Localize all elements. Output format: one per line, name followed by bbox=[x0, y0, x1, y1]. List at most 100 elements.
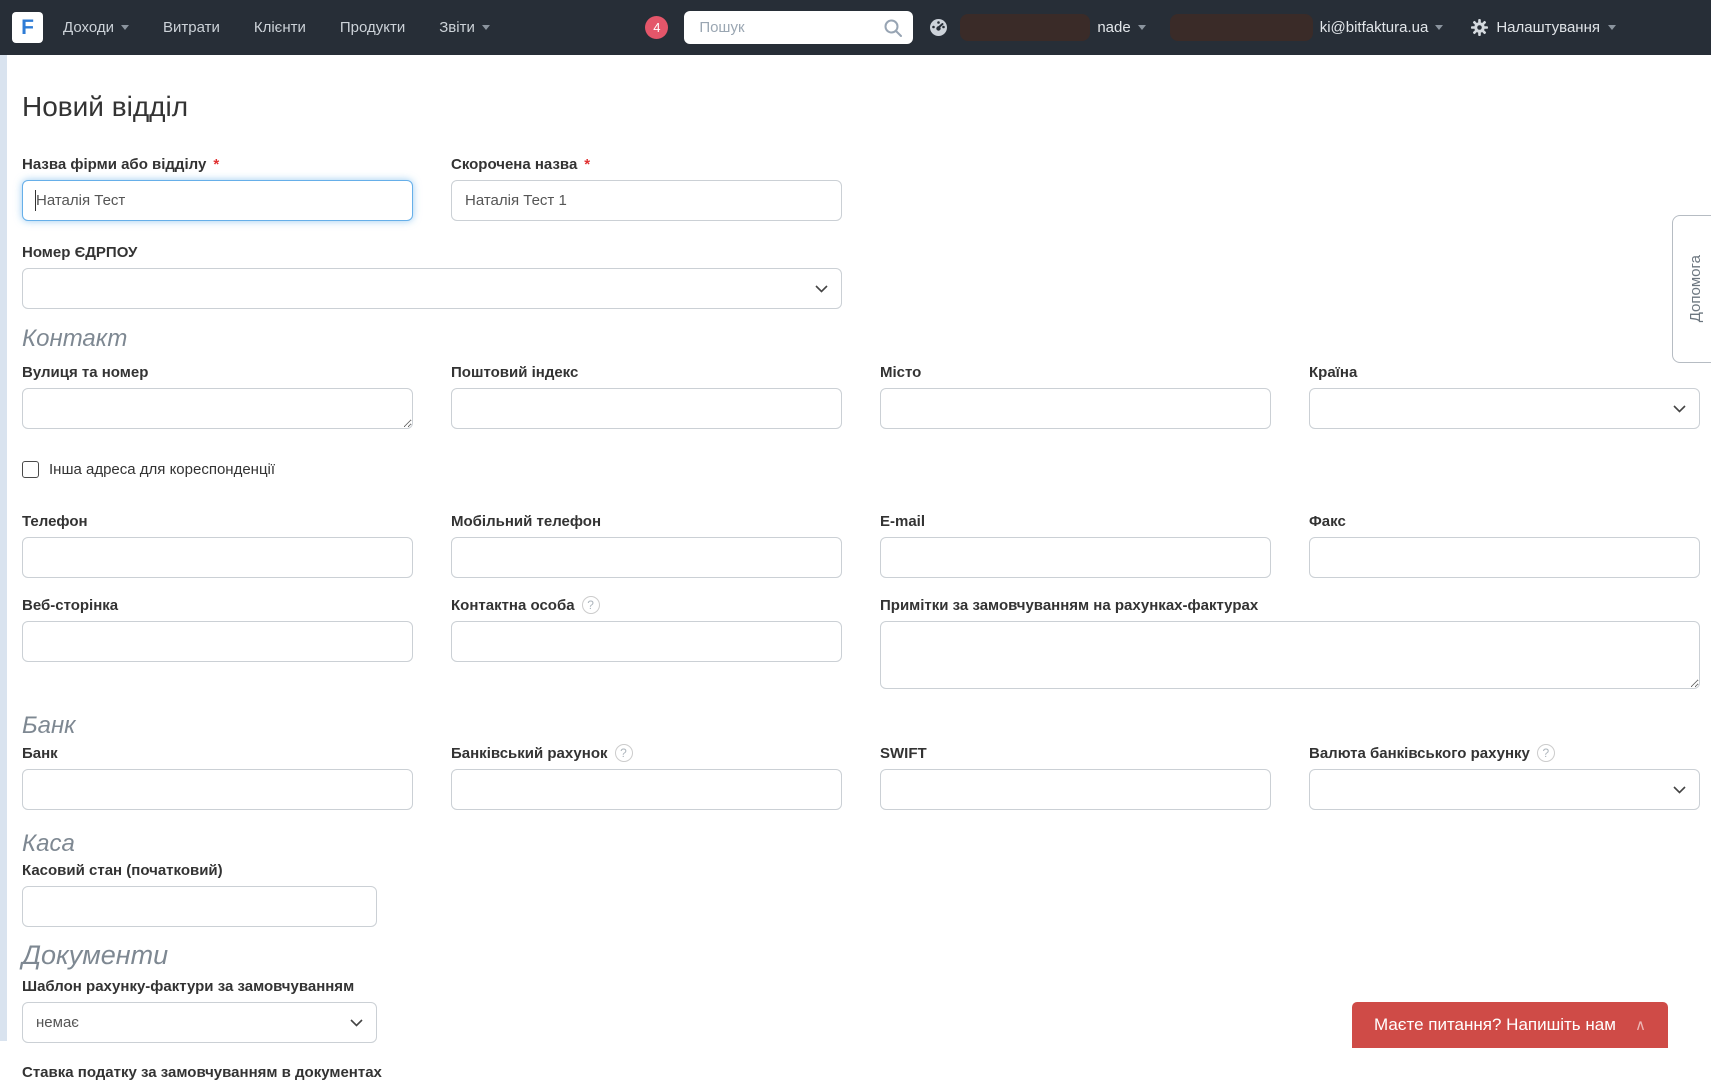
street-textarea[interactable] bbox=[22, 388, 413, 429]
redacted-account-name bbox=[960, 14, 1091, 41]
help-icon[interactable]: ? bbox=[1536, 744, 1555, 762]
swift-label: SWIFT bbox=[880, 744, 927, 762]
field-swift: SWIFT bbox=[880, 744, 1271, 810]
new-department-form: Новий відділ Назва фірми або відділу* Ск… bbox=[7, 92, 1711, 1081]
required-asterisk: * bbox=[584, 155, 591, 173]
text-cursor bbox=[35, 190, 36, 211]
field-contact-person: Контактна особа ? bbox=[451, 596, 842, 694]
field-street: Вулиця та номер bbox=[22, 363, 413, 434]
bank-label: Банк bbox=[22, 744, 58, 762]
section-heading-documents: Документи bbox=[22, 940, 169, 970]
field-bank-account: Банківський рахунок ? bbox=[451, 744, 842, 810]
phone-input[interactable] bbox=[22, 537, 413, 578]
top-navbar: F Доходи Витрати Клієнти Продукти Звіти … bbox=[0, 0, 1711, 55]
chevron-down-icon bbox=[815, 284, 828, 293]
field-phone: Телефон bbox=[22, 512, 413, 578]
fax-label: Факс bbox=[1309, 512, 1346, 530]
logo-letter: F bbox=[21, 15, 34, 39]
section-heading-cash: Каса bbox=[22, 830, 75, 857]
chevron-down-icon bbox=[350, 1018, 363, 1027]
bank-input[interactable] bbox=[22, 769, 413, 810]
email-input[interactable] bbox=[880, 537, 1271, 578]
default-tax-label: Ставка податку за замовчуванням в докуме… bbox=[22, 1063, 382, 1081]
invoice-notes-label: Примітки за замовчуванням на рахунках-фа… bbox=[880, 596, 1259, 614]
section-heading-contact: Контакт bbox=[22, 325, 128, 352]
street-label: Вулиця та номер bbox=[22, 363, 149, 381]
speedometer-icon[interactable] bbox=[929, 18, 948, 37]
help-icon[interactable]: ? bbox=[581, 596, 600, 614]
mobile-phone-input[interactable] bbox=[451, 537, 842, 578]
company-name-input[interactable] bbox=[22, 180, 413, 221]
email-label: E-mail bbox=[880, 512, 926, 530]
redacted-user-name bbox=[1169, 14, 1313, 41]
country-label: Країна bbox=[1309, 363, 1358, 381]
chevron-down-icon bbox=[1435, 25, 1444, 30]
country-select[interactable] bbox=[1309, 388, 1700, 429]
edrpou-label: Номер ЄДРПОУ bbox=[22, 243, 138, 261]
company-name-label: Назва фірми або відділу * bbox=[22, 155, 220, 173]
city-input[interactable] bbox=[880, 388, 1271, 429]
city-label: Місто bbox=[880, 363, 922, 381]
invoice-template-select[interactable]: немає bbox=[22, 1002, 377, 1043]
postcode-input[interactable] bbox=[451, 388, 842, 429]
phone-label: Телефон bbox=[22, 512, 88, 530]
notification-badge[interactable]: 4 bbox=[645, 16, 669, 39]
short-name-label: Скорочена назва * bbox=[451, 155, 591, 173]
help-tab-label: Допомога bbox=[1687, 255, 1704, 323]
other-address-checkbox[interactable] bbox=[22, 461, 39, 478]
chevron-down-icon bbox=[1673, 404, 1686, 413]
bank-currency-label: Валюта банківського рахунку ? bbox=[1309, 744, 1700, 762]
menu-item-expenses[interactable]: Витрати bbox=[163, 19, 220, 36]
cash-state-input[interactable] bbox=[22, 886, 377, 927]
help-icon[interactable]: ? bbox=[614, 744, 633, 762]
chevron-down-icon bbox=[120, 25, 129, 30]
invoice-notes-textarea[interactable] bbox=[880, 621, 1700, 689]
other-address-row: Інша адреса для кореспонденції bbox=[22, 461, 1711, 478]
field-bank-currency: Валюта банківського рахунку ? bbox=[1309, 744, 1700, 810]
mobile-phone-label: Мобільний телефон bbox=[451, 512, 602, 530]
fax-input[interactable] bbox=[1309, 537, 1700, 578]
field-cash-state: Касовий стан (початковий) bbox=[22, 861, 1711, 927]
short-name-input[interactable] bbox=[451, 180, 842, 221]
menu-item-reports[interactable]: Звіти bbox=[439, 19, 490, 36]
search-box bbox=[684, 11, 914, 44]
account-dropdown[interactable]: nade bbox=[1097, 19, 1146, 36]
chevron-down-icon bbox=[1608, 25, 1616, 30]
contact-us-label: Маєте питання? Напишіть нам bbox=[1374, 1015, 1616, 1034]
field-country: Країна bbox=[1309, 363, 1700, 434]
menu-item-incomes[interactable]: Доходи bbox=[63, 19, 129, 36]
chevron-down-icon bbox=[1137, 25, 1146, 30]
contact-person-label: Контактна особа ? bbox=[451, 596, 842, 614]
search-icon[interactable] bbox=[883, 18, 903, 38]
app-logo[interactable]: F bbox=[12, 12, 43, 43]
user-email-dropdown[interactable]: ki@bitfaktura.ua bbox=[1320, 19, 1444, 36]
required-asterisk: * bbox=[213, 155, 220, 173]
bank-account-label: Банківський рахунок ? bbox=[451, 744, 842, 762]
invoice-template-label: Шаблон рахунку-фактури за замовчуванням bbox=[22, 977, 355, 995]
settings-dropdown[interactable]: Налаштування bbox=[1471, 19, 1616, 36]
swift-input[interactable] bbox=[880, 769, 1271, 810]
menu-item-clients[interactable]: Клієнти bbox=[254, 19, 306, 36]
postcode-label: Поштовий індекс bbox=[451, 363, 579, 381]
search-input[interactable] bbox=[697, 18, 884, 37]
field-postcode: Поштовий індекс bbox=[451, 363, 842, 434]
bank-account-input[interactable] bbox=[451, 769, 842, 810]
field-city: Місто bbox=[880, 363, 1271, 434]
contact-us-button[interactable]: Маєте питання? Напишіть нам ∧ bbox=[1352, 1002, 1668, 1048]
gear-icon bbox=[1471, 19, 1489, 36]
page-title: Новий відділ bbox=[22, 91, 189, 122]
other-address-label: Інша адреса для кореспонденції bbox=[49, 461, 276, 478]
field-mobile-phone: Мобільний телефон bbox=[451, 512, 842, 578]
help-tab[interactable]: Допомога bbox=[1672, 215, 1711, 363]
bank-currency-select[interactable] bbox=[1309, 769, 1700, 810]
website-input[interactable] bbox=[22, 621, 413, 662]
edrpou-select[interactable] bbox=[22, 268, 842, 309]
field-email: E-mail bbox=[880, 512, 1271, 578]
contact-person-input[interactable] bbox=[451, 621, 842, 662]
main-menu: Доходи Витрати Клієнти Продукти Звіти bbox=[63, 19, 490, 36]
chevron-down-icon bbox=[1673, 785, 1686, 794]
field-company-name: Назва фірми або відділу * bbox=[22, 155, 413, 221]
website-label: Веб-сторінка bbox=[22, 596, 119, 614]
menu-item-products[interactable]: Продукти bbox=[340, 19, 405, 36]
field-invoice-notes: Примітки за замовчуванням на рахунках-фа… bbox=[880, 596, 1700, 694]
